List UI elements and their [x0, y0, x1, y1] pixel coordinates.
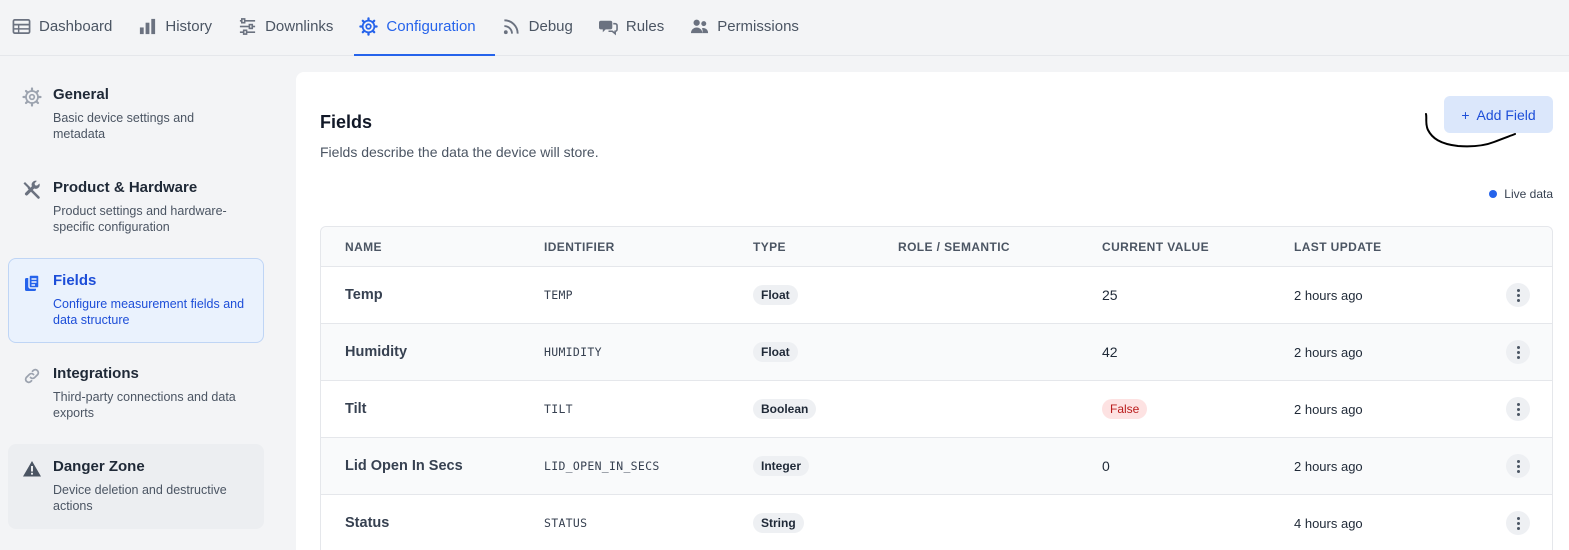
field-name: Humidity	[345, 344, 408, 360]
fields-panel: Fields Fields describe the data the devi…	[296, 72, 1569, 550]
tab-debug[interactable]: Debug	[502, 0, 585, 55]
type-badge: Float	[753, 285, 798, 305]
page-title: Fields	[320, 112, 373, 132]
sidebar-item-fields[interactable]: Fields Configure measurement fields and …	[8, 258, 264, 343]
field-identifier: STATUS	[544, 516, 588, 530]
sidebar-item-desc: Configure measurement fields and data st…	[53, 297, 245, 327]
settings-sidebar: General Basic device settings and metada…	[8, 72, 264, 537]
column-header-name[interactable]: NAME	[345, 240, 382, 254]
sidebar-item-integrations[interactable]: Integrations Third-party connections and…	[8, 351, 264, 436]
current-value: 25	[1102, 287, 1118, 303]
sidebar-item-desc: Device deletion and destructive actions	[53, 483, 227, 513]
last-update: 2 hours ago	[1294, 458, 1363, 474]
last-update: 2 hours ago	[1294, 344, 1363, 360]
comments-icon	[598, 20, 618, 36]
live-data-label: Live data	[1504, 187, 1553, 201]
bar-chart-icon	[140, 18, 156, 35]
tab-rules[interactable]: Rules	[598, 0, 676, 55]
sidebar-item-product-hardware[interactable]: Product & Hardware Product settings and …	[8, 165, 264, 250]
tab-permissions[interactable]: Permissions	[690, 0, 811, 55]
type-badge: Boolean	[753, 399, 817, 419]
link-icon	[22, 366, 42, 386]
row-menu-icon[interactable]	[1506, 340, 1530, 364]
last-update: 2 hours ago	[1294, 287, 1363, 303]
live-dot-icon	[1489, 190, 1498, 198]
field-name: Tilt	[345, 401, 367, 417]
sidebar-item-title: Integrations	[53, 365, 139, 382]
row-menu-icon[interactable]	[1506, 397, 1530, 421]
table-row[interactable]: Humidity HUMIDITY Float 42 2 hours ago	[321, 324, 1552, 381]
gear-icon	[22, 87, 42, 107]
fields-table: NAME IDENTIFIER TYPE ROLE / SEMANTIC CUR…	[320, 226, 1553, 550]
field-identifier: TEMP	[544, 288, 573, 302]
row-menu-icon[interactable]	[1506, 283, 1530, 307]
sidebar-item-desc: Third-party connections and data exports	[53, 390, 236, 420]
fields-icon	[22, 273, 42, 293]
add-field-button[interactable]: + Add Field	[1444, 96, 1553, 133]
current-value-false-badge: False	[1102, 399, 1148, 419]
table-row[interactable]: Status STATUS String 4 hours ago	[321, 495, 1552, 550]
users-icon	[691, 19, 709, 34]
table-row[interactable]: Lid Open In Secs LID_OPEN_IN_SECS Intege…	[321, 438, 1552, 495]
rss-icon	[503, 19, 519, 35]
current-value: 42	[1102, 344, 1118, 360]
column-header-identifier[interactable]: IDENTIFIER	[544, 240, 615, 254]
sidebar-item-danger-zone[interactable]: Danger Zone Device deletion and destruct…	[8, 444, 264, 529]
warning-icon	[22, 459, 42, 479]
tab-configuration[interactable]: Configuration	[354, 0, 495, 56]
row-menu-icon[interactable]	[1506, 511, 1530, 535]
column-header-current-value[interactable]: CURRENT VALUE	[1102, 240, 1209, 254]
field-identifier: LID_OPEN_IN_SECS	[544, 459, 660, 473]
gear-icon	[359, 17, 379, 36]
tab-label: Dashboard	[39, 18, 113, 35]
top-tab-bar: Dashboard History Downlinks Configuratio…	[0, 0, 1569, 56]
sidebar-item-title: General	[53, 86, 109, 103]
page-subtitle: Fields describe the data the device will…	[320, 144, 599, 160]
field-name: Temp	[345, 287, 383, 303]
tools-icon	[22, 180, 42, 200]
column-header-last-update[interactable]: LAST UPDATE	[1294, 240, 1382, 254]
last-update: 4 hours ago	[1294, 515, 1363, 531]
table-header: NAME IDENTIFIER TYPE ROLE / SEMANTIC CUR…	[321, 227, 1552, 267]
table-icon	[12, 18, 31, 35]
current-value: 0	[1102, 458, 1110, 474]
tab-label: History	[165, 18, 213, 35]
add-field-label: Add Field	[1476, 106, 1536, 123]
tab-label: Debug	[528, 18, 573, 35]
table-row[interactable]: Tilt TILT Boolean False 2 hours ago	[321, 381, 1552, 438]
sliders-icon	[239, 18, 256, 35]
row-menu-icon[interactable]	[1506, 454, 1530, 478]
type-badge: Float	[753, 342, 798, 362]
plus-icon: +	[1461, 106, 1470, 123]
type-badge: Integer	[753, 456, 810, 476]
sidebar-item-general[interactable]: General Basic device settings and metada…	[8, 72, 264, 157]
field-name: Status	[345, 515, 390, 531]
tab-label: Permissions	[717, 18, 799, 35]
table-row[interactable]: Temp TEMP Float 25 2 hours ago	[321, 267, 1552, 324]
sidebar-item-title: Danger Zone	[53, 458, 145, 475]
sidebar-item-title: Product & Hardware	[53, 179, 198, 196]
tab-label: Downlinks	[265, 18, 334, 35]
column-header-type[interactable]: TYPE	[753, 240, 786, 254]
sidebar-item-desc: Product settings and hardware-specific c…	[53, 204, 227, 234]
tab-history[interactable]: History	[138, 0, 224, 55]
sidebar-item-desc: Basic device settings and metadata	[53, 111, 195, 141]
field-identifier: TILT	[544, 402, 573, 416]
column-header-role[interactable]: ROLE / SEMANTIC	[898, 240, 1010, 254]
last-update: 2 hours ago	[1294, 401, 1363, 417]
tab-downlinks[interactable]: Downlinks	[238, 0, 345, 55]
sidebar-item-title: Fields	[53, 272, 97, 289]
type-badge: String	[753, 513, 804, 533]
tab-label: Rules	[625, 18, 665, 35]
tab-label: Configuration	[386, 18, 476, 35]
field-name: Lid Open In Secs	[345, 458, 463, 474]
tab-dashboard[interactable]: Dashboard	[12, 0, 124, 55]
field-identifier: HUMIDITY	[544, 345, 602, 359]
live-data-indicator: Live data	[1489, 187, 1553, 201]
